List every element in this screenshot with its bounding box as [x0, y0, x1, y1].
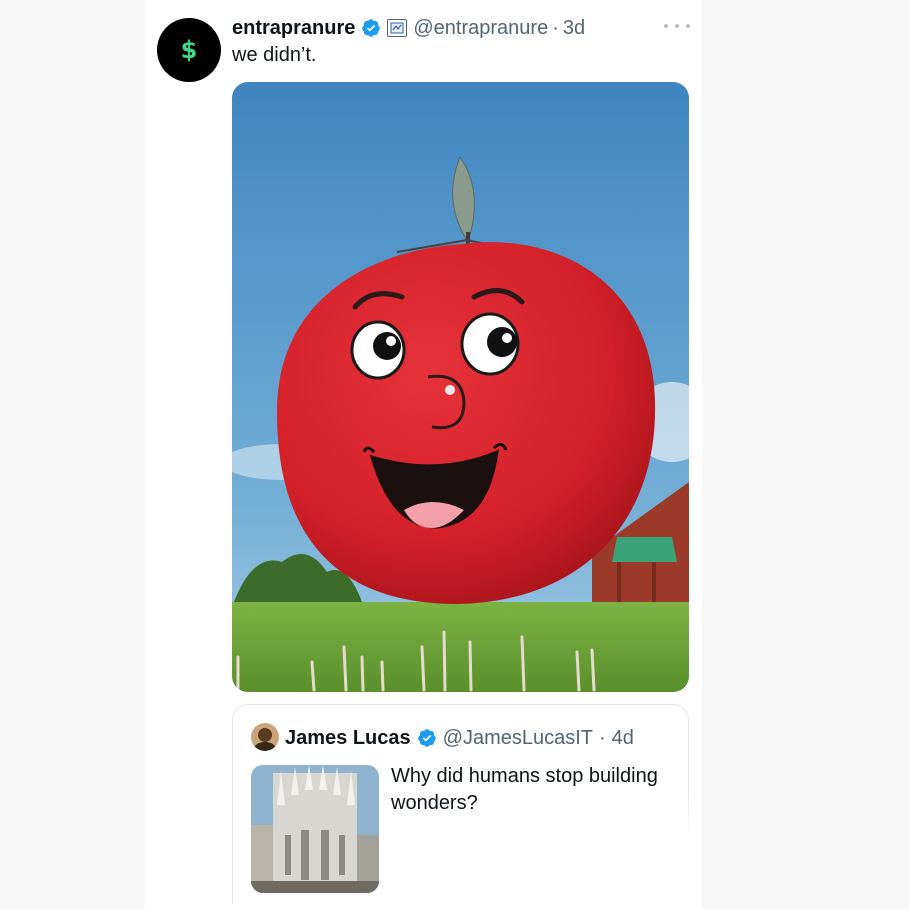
quote-author-avatar[interactable]	[251, 723, 279, 751]
quote-image[interactable]	[251, 765, 379, 893]
author-name[interactable]: entrapranure	[232, 17, 355, 40]
separator-dot: ·	[599, 726, 606, 749]
author-handle[interactable]: @entrapranure	[413, 17, 548, 40]
tweet-text: we didn’t.	[232, 44, 317, 66]
tweet-image[interactable]	[232, 82, 689, 692]
cathedral-photo	[251, 765, 379, 893]
verified-badge-icon[interactable]	[361, 18, 381, 38]
tweet-header: entrapranure @entrapranure · 3d	[232, 14, 585, 42]
dollar-icon: $	[180, 36, 198, 64]
verified-badge-icon[interactable]	[417, 728, 437, 748]
quote-header: James Lucas @JamesLucasIT · 4d	[285, 725, 634, 751]
separator-dot: ·	[552, 16, 559, 39]
affiliate-badge-icon[interactable]	[387, 19, 408, 37]
quote-author-handle[interactable]: @JamesLucasIT	[443, 727, 593, 750]
tweet-timestamp[interactable]: 3d	[563, 17, 585, 40]
bottom-fade	[600, 790, 700, 909]
quote-timestamp[interactable]: 4d	[612, 727, 634, 750]
more-dots-icon[interactable]	[664, 16, 690, 36]
quote-author-name[interactable]: James Lucas	[285, 727, 411, 750]
author-avatar[interactable]: $	[157, 18, 221, 82]
giant-apple-photo	[232, 82, 689, 692]
